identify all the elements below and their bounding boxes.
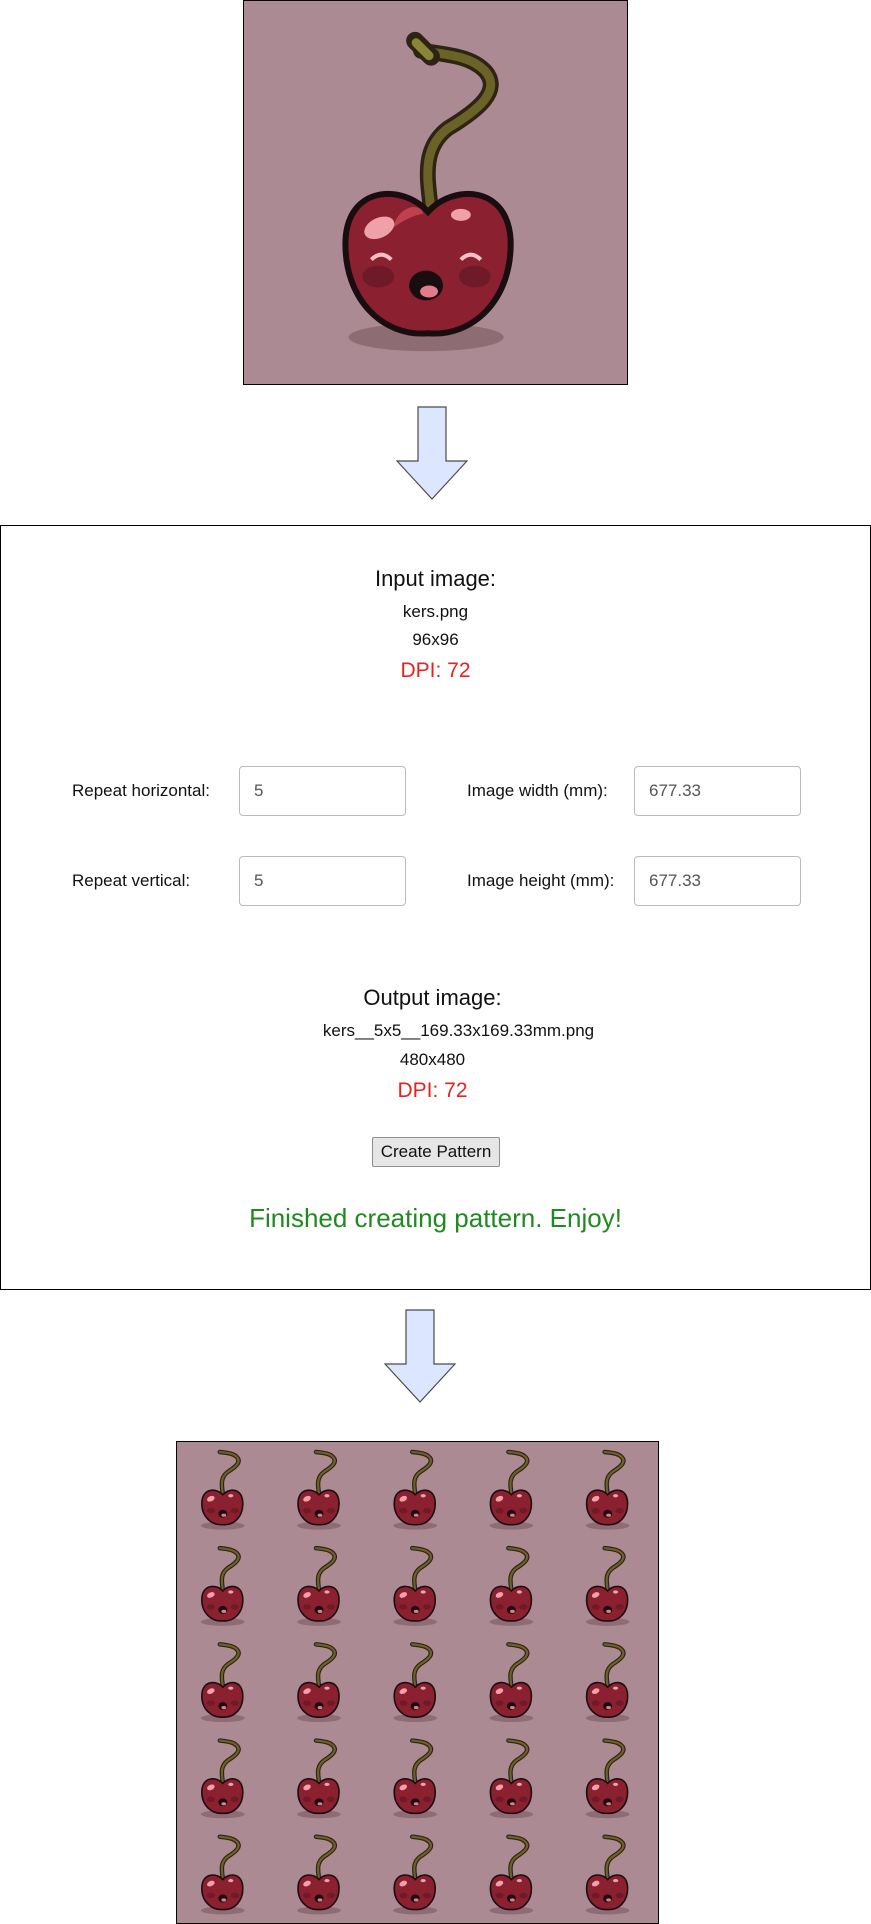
image-height-input[interactable] [634,856,801,906]
pattern-cherry-tile [201,1548,245,1626]
input-dpi: DPI: 72 [400,659,471,682]
input-image-preview [243,0,628,385]
status-message: Finished creating pattern. Enjoy! [249,1203,622,1233]
pattern-cherry-tile [490,1741,534,1819]
input-dimensions: 96x96 [412,630,459,649]
pattern-cherry-tile [297,1452,341,1530]
output-image-heading: Output image: [363,985,502,1010]
pattern-cherry-tile [490,1644,534,1722]
pattern-cherry-tile [490,1548,534,1626]
pattern-cherry-tile [490,1452,534,1530]
cherry-illustration [342,31,514,352]
repeat-vertical-input[interactable] [239,856,406,906]
repeat-vertical-label: Repeat vertical: [72,871,191,890]
pattern-cherry-tile [297,1644,341,1722]
pattern-cherry-tile [393,1452,437,1530]
pattern-cherry-tile [393,1644,437,1722]
pattern-cherry-tile [393,1741,437,1819]
pattern-cherry-tile [297,1837,341,1915]
repeat-horizontal-label: Repeat horizontal: [72,781,210,800]
output-dimensions: 480x480 [399,1050,466,1069]
input-filename: kers.png [402,602,469,621]
pattern-cherry-tile [297,1548,341,1626]
output-filename: kers__5x5__169.33x169.33mm.png [322,1021,595,1040]
pattern-cherry-tile [586,1837,630,1915]
pattern-cherry-tile [586,1644,630,1722]
image-width-label: Image width (mm): [467,781,608,800]
repeat-horizontal-input[interactable] [239,766,406,816]
pattern-cherry-tile [393,1837,437,1915]
pattern-cherry-tile [586,1452,630,1530]
input-image-heading: Input image: [374,566,497,591]
pattern-cherry-tile [201,1452,245,1530]
pattern-settings-panel: Input image: kers.png 96x96 DPI: 72 Repe… [0,525,871,1290]
image-width-input[interactable] [634,766,801,816]
pattern-cherry-tile [201,1741,245,1819]
down-arrow-icon [396,406,468,500]
pattern-cherry-tile [201,1837,245,1915]
down-arrow-icon [384,1309,456,1403]
pattern-cherry-tile [490,1837,534,1915]
pattern-cherry-tile [201,1644,245,1722]
create-pattern-button[interactable]: Create Pattern [372,1137,500,1167]
image-height-label: Image height (mm): [467,871,615,890]
output-pattern-preview [176,1441,659,1924]
pattern-cherry-tile [586,1548,630,1626]
pattern-cherry-tile [393,1548,437,1626]
pattern-cherry-tile [297,1741,341,1819]
pattern-cherry-tile [586,1741,630,1819]
cherry-pattern-grid [177,1442,658,1923]
output-dpi: DPI: 72 [397,1079,468,1102]
